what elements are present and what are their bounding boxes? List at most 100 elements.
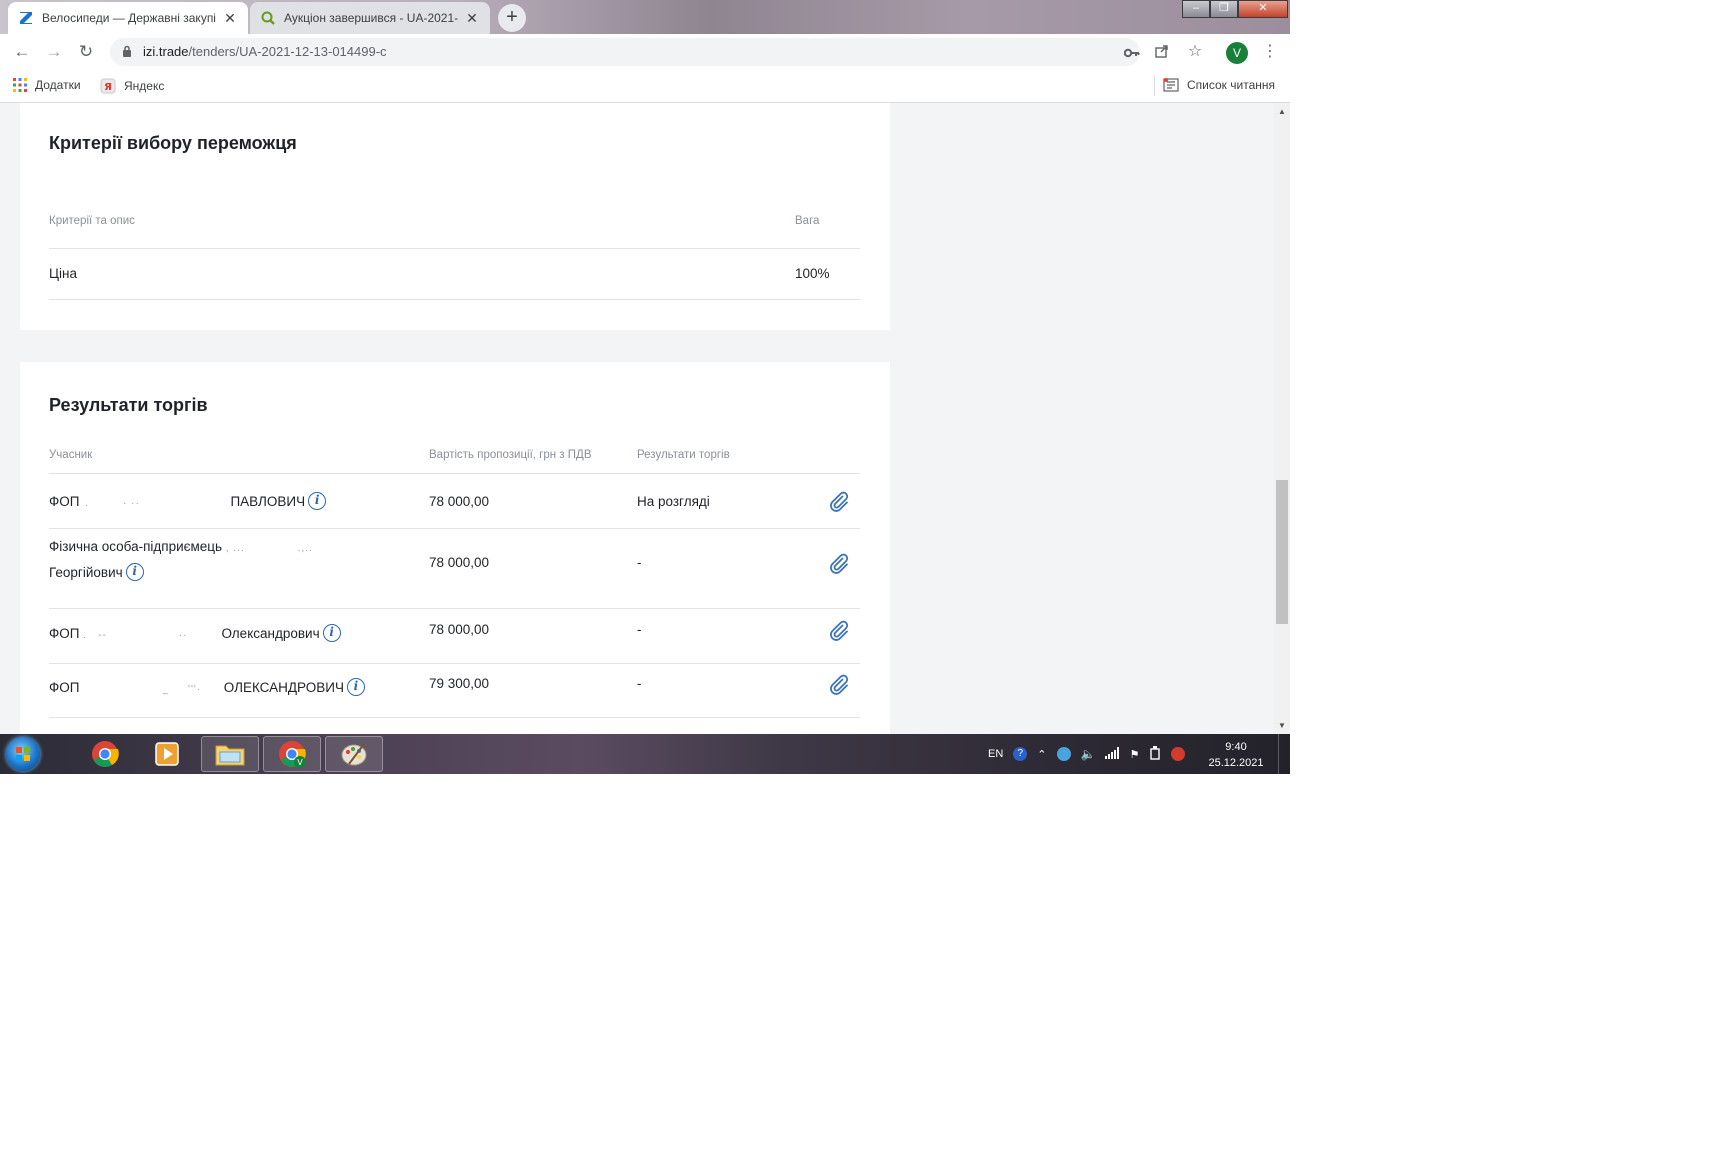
- reload-icon[interactable]: ↻: [76, 42, 96, 62]
- browser-toolbar: ← → ↻ izi.trade/tenders/UA-2021-12-13-01…: [0, 34, 1290, 70]
- forward-icon[interactable]: →: [44, 42, 64, 62]
- bookmarks-bar: Додатки Я Яндекс Список читання: [0, 70, 1290, 103]
- weight-column-header: Вага: [795, 215, 820, 227]
- info-icon[interactable]: i: [308, 492, 327, 510]
- participant-suffix: ОЛЕКСАНДРОВИЧ: [223, 680, 344, 695]
- bookmark-apps[interactable]: Додатки: [13, 78, 81, 92]
- tab-auction[interactable]: Аукціон завершився - UA-2021- ✕: [250, 2, 490, 34]
- taskbar-chrome-active[interactable]: V: [263, 736, 321, 772]
- trade-result: На розгляді: [637, 494, 710, 509]
- divider: [49, 248, 860, 249]
- participant-name: Фізична особа-підприємець , ... .,..: [49, 539, 313, 554]
- criteria-card: Критерії вибору переможця Критерії та оп…: [20, 103, 890, 330]
- participant-prefix: ФОП: [49, 626, 80, 641]
- tray-expand-icon[interactable]: ⌃: [1037, 748, 1046, 761]
- taskbar-chrome[interactable]: [76, 736, 134, 772]
- key-icon[interactable]: [1123, 44, 1141, 62]
- izi-trade-favicon: [18, 10, 34, 26]
- info-icon[interactable]: i: [125, 563, 144, 581]
- language-indicator[interactable]: EN: [988, 748, 1003, 760]
- apps-grid-icon: [13, 78, 27, 92]
- maximize-button[interactable]: ❐: [1210, 0, 1238, 18]
- bookmarks-separator: [1154, 76, 1155, 96]
- offer-price: 79 300,00: [429, 676, 490, 691]
- criteria-column-header: Критерії та опис: [49, 215, 135, 227]
- media-player-icon: [155, 742, 179, 766]
- tab-velosypedy[interactable]: Велосипеди — Державні закупівлі ✕: [8, 2, 248, 34]
- participant-prefix: ФОП: [49, 494, 80, 509]
- tab-title: Аукціон завершився - UA-2021-: [284, 11, 458, 25]
- redacted-text: _ '''·: [83, 684, 220, 695]
- system-tray: EN ? ⌃ 🔈 ⚑: [988, 734, 1186, 774]
- tab-close-icon[interactable]: ✕: [222, 10, 238, 26]
- attachment-icon[interactable]: [827, 490, 849, 512]
- new-tab-button[interactable]: +: [498, 4, 526, 32]
- scroll-up-icon[interactable]: ▲: [1278, 107, 1286, 116]
- attachment-icon[interactable]: [827, 619, 849, 641]
- antivirus-icon[interactable]: [1171, 747, 1186, 761]
- scrollbar-thumb[interactable]: [1276, 480, 1288, 624]
- taskbar: V EN ? ⌃ 🔈 ⚑ 9:40 25.12.2021: [0, 734, 1290, 774]
- divider: [49, 717, 860, 718]
- reading-list-label: Список читання: [1187, 78, 1276, 92]
- divider: [49, 473, 860, 474]
- taskbar-paint[interactable]: [325, 736, 383, 772]
- scroll-down-icon[interactable]: ▼: [1278, 721, 1286, 730]
- back-icon[interactable]: ←: [12, 42, 32, 62]
- bookmark-star-icon[interactable]: ☆: [1186, 43, 1204, 61]
- svg-text:V: V: [297, 758, 303, 767]
- power-icon[interactable]: [1149, 745, 1161, 763]
- page-content: Критерії вибору переможця Критерії та оп…: [0, 103, 1274, 734]
- folder-icon: [215, 745, 245, 766]
- volume-icon[interactable]: 🔈: [1081, 747, 1096, 761]
- participant-name: ФОП _ '''· ОЛЕКСАНДРОВИЧ i: [49, 678, 365, 696]
- taskbar-clock[interactable]: 9:40 25.12.2021: [1196, 739, 1276, 771]
- browser-menu-icon[interactable]: ⋮: [1262, 42, 1278, 64]
- chrome-icon: V: [279, 741, 306, 768]
- offer-price: 78 000,00: [429, 555, 490, 570]
- bookmark-yandex[interactable]: Я Яндекс: [100, 78, 164, 94]
- yandex-icon: Я: [100, 78, 116, 94]
- info-icon[interactable]: i: [346, 678, 365, 696]
- svg-text:Я: Я: [104, 82, 112, 93]
- tab-strip: Велосипеди — Державні закупівлі ✕ Аукціо…: [0, 0, 1290, 34]
- offer-price: 78 000,00: [429, 622, 490, 637]
- trade-result: -: [637, 676, 642, 691]
- minimize-button[interactable]: –: [1182, 0, 1210, 18]
- address-bar[interactable]: izi.trade/tenders/UA-2021-12-13-014499-c: [110, 38, 1140, 66]
- close-window-button[interactable]: ✕: [1238, 0, 1288, 18]
- criteria-weight: 100%: [795, 266, 830, 281]
- show-desktop-button[interactable]: [1278, 734, 1290, 774]
- tab-close-icon[interactable]: ✕: [464, 10, 480, 26]
- attachment-icon[interactable]: [827, 673, 849, 695]
- divider: [49, 608, 860, 609]
- participant-prefix: ФОП: [49, 680, 80, 695]
- info-icon[interactable]: i: [322, 624, 341, 642]
- page-scrollbar[interactable]: ▲ ▼: [1274, 103, 1290, 734]
- trade-result: -: [637, 622, 642, 637]
- bookmark-label: Додатки: [35, 78, 81, 92]
- share-icon[interactable]: [1153, 44, 1171, 62]
- clock-date: 25.12.2021: [1208, 757, 1264, 769]
- browser-window: Велосипеди — Державні закупівлі ✕ Аукціо…: [0, 0, 1290, 774]
- help-icon[interactable]: ?: [1013, 747, 1028, 761]
- taskbar-explorer[interactable]: [201, 736, 259, 772]
- url-path: /tenders/UA-2021-12-13-014499-c: [188, 44, 387, 59]
- profile-avatar[interactable]: V: [1226, 42, 1248, 64]
- url-host: izi.trade: [143, 44, 189, 59]
- signal-icon[interactable]: [1105, 746, 1120, 762]
- network-globe-icon[interactable]: [1056, 747, 1071, 761]
- attachment-icon[interactable]: [827, 552, 849, 574]
- reading-list[interactable]: Список читання: [1163, 78, 1275, 92]
- taskbar-media-player[interactable]: [138, 736, 196, 772]
- offer-price: 78 000,00: [429, 494, 490, 509]
- results-title: Результати торгів: [49, 395, 208, 415]
- participant-suffix: Георгійович: [49, 565, 123, 580]
- redacted-text: . · ··: [85, 498, 227, 509]
- divider: [49, 663, 860, 664]
- redacted-text: . -- ··: [83, 630, 218, 641]
- clock-time: 9:40: [1225, 741, 1247, 753]
- bookmark-label: Яндекс: [124, 79, 165, 93]
- action-center-flag-icon[interactable]: ⚑: [1129, 748, 1139, 761]
- start-button[interactable]: [6, 737, 40, 771]
